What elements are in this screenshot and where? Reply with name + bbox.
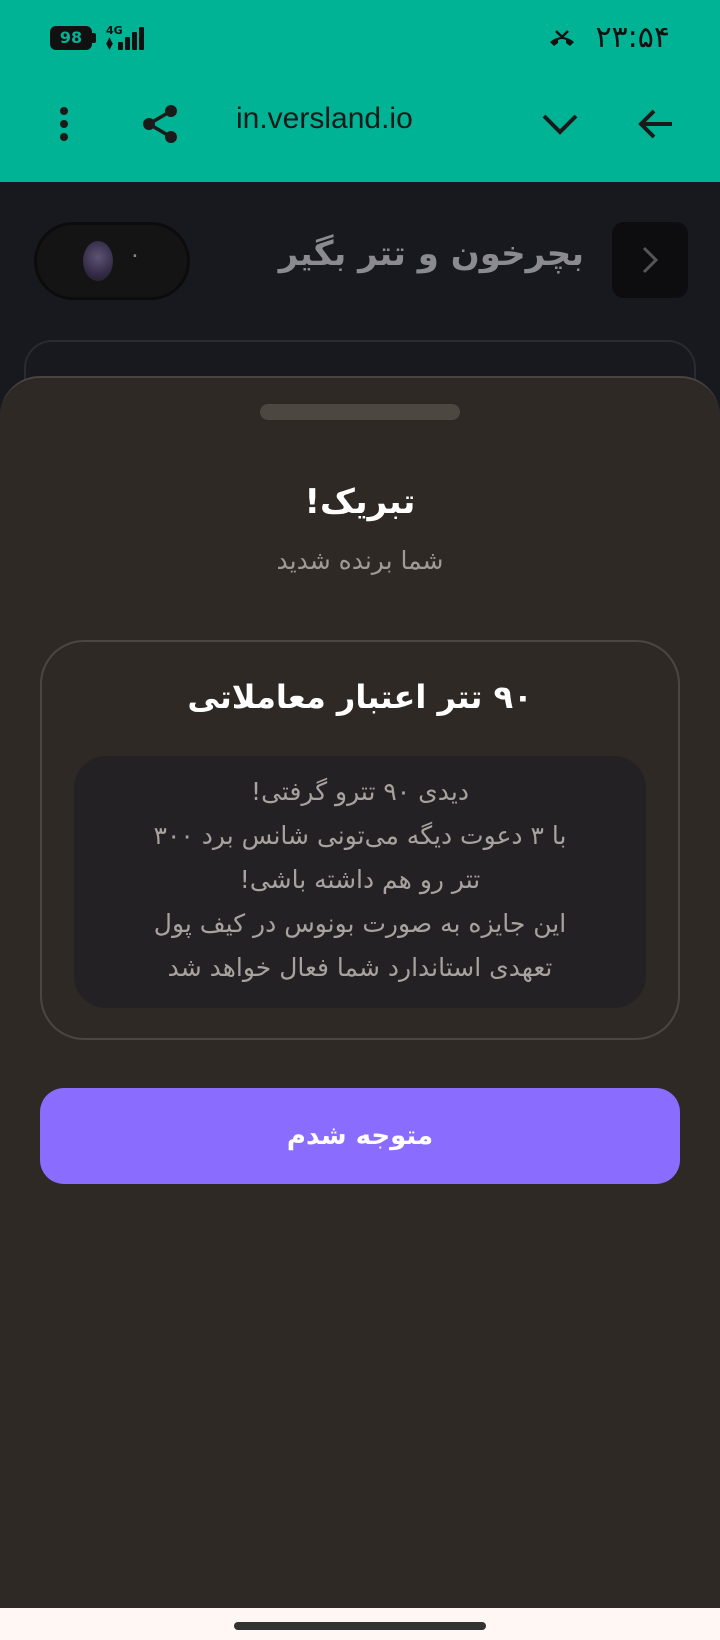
prize-description: دیدی ۹۰ تترو گرفتی! با ۳ دعوت دیگه می‌تو…: [74, 756, 646, 1008]
prize-line: تتر رو هم داشته باشی!: [239, 865, 481, 894]
missed-call-icon: [550, 30, 574, 46]
prize-title: ۹۰ تتر اعتبار معاملاتی: [187, 678, 533, 716]
data-arrows-icon: ▲ ▼: [106, 36, 113, 52]
battery-tip: [92, 33, 96, 43]
chevron-right-icon: [642, 246, 659, 274]
chevron-down-icon[interactable]: [536, 100, 584, 148]
sheet-drag-handle[interactable]: [260, 404, 460, 420]
signal-icon: [116, 26, 146, 50]
coin-count: ۰: [129, 243, 141, 268]
more-vert-icon[interactable]: [40, 100, 88, 148]
page-title: بچرخون و تتر بگیر: [278, 234, 584, 274]
status-clock: ۲۳:۵۴: [595, 20, 670, 55]
coin-balance[interactable]: ۰: [34, 222, 190, 300]
prize-line: این جایزه به صورت بونوس در کیف پول: [153, 909, 567, 938]
prize-line: با ۳ دعوت دیگه می‌تونی شانس برد ۳۰۰: [153, 821, 567, 850]
arrow-left-icon[interactable]: [632, 100, 680, 148]
prize-line: دیدی ۹۰ تترو گرفتی!: [251, 777, 469, 806]
home-gesture-handle[interactable]: [234, 1622, 486, 1630]
avatar: [83, 241, 113, 281]
share-icon[interactable]: [136, 100, 184, 148]
prize-line: تعهدی استاندارد شما فعال خواهد شد: [167, 953, 553, 982]
status-bar: 98 4G ▲ ▼ ۲۳:۵۴: [0, 0, 720, 80]
got-it-button[interactable]: متوجه شدم: [40, 1088, 680, 1184]
page-back-button[interactable]: [612, 222, 688, 298]
sheet-subtitle: شما برنده شدید: [276, 546, 444, 575]
battery-indicator: 98: [50, 26, 92, 50]
browser-toolbar: in.versland.io: [0, 80, 720, 182]
win-bottom-sheet: تبریک! شما برنده شدید ۹۰ تتر اعتبار معام…: [0, 376, 720, 1608]
sheet-title: تبریک!: [304, 482, 416, 522]
gesture-nav-bar: [0, 1608, 720, 1640]
prize-card: ۹۰ تتر اعتبار معاملاتی دیدی ۹۰ تترو گرفت…: [40, 640, 680, 1040]
url-text[interactable]: in.versland.io: [236, 102, 413, 136]
